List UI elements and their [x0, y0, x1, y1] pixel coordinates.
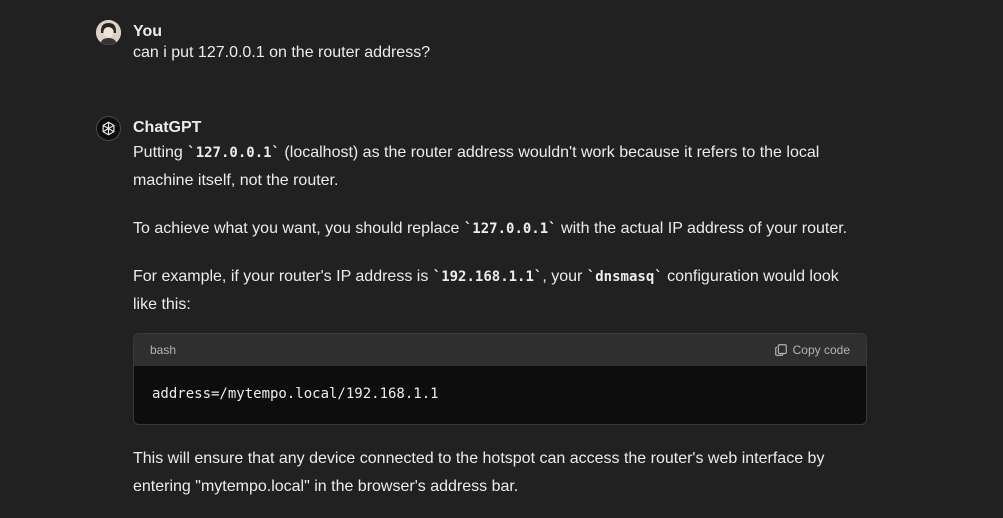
- code-language-label: bash: [150, 343, 177, 357]
- assistant-message-body: Putting `127.0.0.1` (localhost) as the r…: [133, 139, 867, 518]
- inline-code: `127.0.0.1`: [463, 221, 557, 237]
- code-content[interactable]: address=/mytempo.local/192.168.1.1: [134, 366, 866, 424]
- inline-code: `dnsmasq`: [586, 269, 663, 285]
- user-author-name: You: [133, 23, 163, 40]
- inline-code: `192.168.1.1`: [432, 269, 543, 285]
- assistant-author-name: ChatGPT: [133, 119, 202, 136]
- code-block: bash Copy code address=/mytempo.local/19…: [133, 333, 867, 425]
- copy-icon: [774, 344, 787, 356]
- chat-page: You can i put 127.0.0.1 on the router ad…: [0, 0, 1003, 518]
- p3-text-middle: , your: [542, 268, 587, 285]
- code-block-header: bash Copy code: [134, 334, 866, 366]
- openai-logo-icon: [96, 116, 121, 141]
- paragraph-2: To achieve what you want, you should rep…: [133, 215, 865, 243]
- copy-code-button[interactable]: Copy code: [774, 336, 850, 364]
- inline-code: `127.0.0.1`: [187, 145, 280, 161]
- copy-code-label: Copy code: [792, 343, 850, 357]
- user-avatar[interactable]: [96, 20, 121, 45]
- user-message-text: can i put 127.0.0.1 on the router addres…: [133, 44, 431, 61]
- paragraph-3: For example, if your router's IP address…: [133, 263, 865, 319]
- p3-text-before: For example, if your router's IP address…: [133, 268, 433, 285]
- p1-text-before: Putting: [133, 144, 188, 161]
- p2-text-before: To achieve what you want, you should rep…: [133, 220, 464, 237]
- paragraph-4: This will ensure that any device connect…: [133, 450, 825, 495]
- user-message-body: can i put 127.0.0.1 on the router addres…: [133, 42, 865, 64]
- paragraph-1: Putting `127.0.0.1` (localhost) as the r…: [133, 139, 865, 195]
- p2-text-after: with the actual IP address of your route…: [556, 220, 848, 237]
